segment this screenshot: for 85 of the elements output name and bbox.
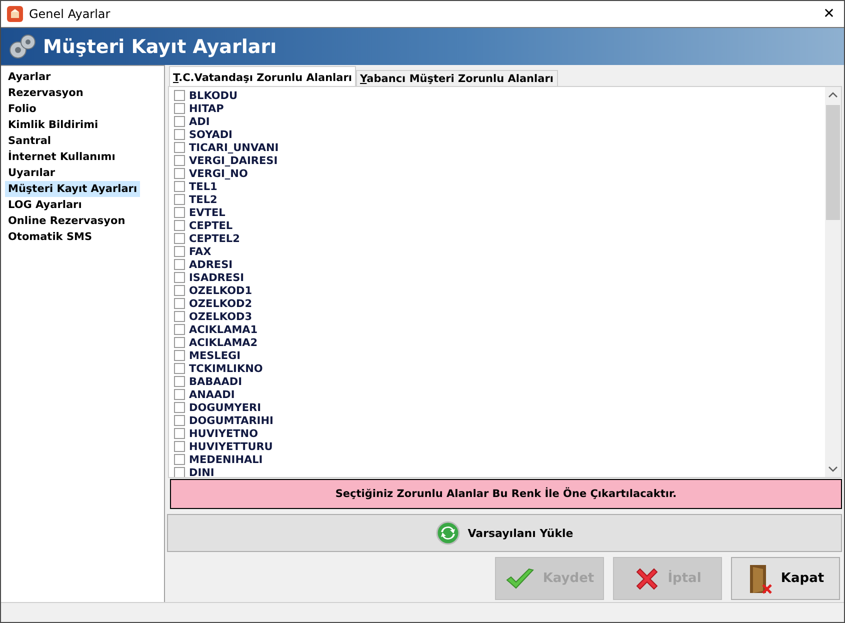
field-label: TEL1: [189, 180, 218, 192]
scrollbar-thumb[interactable]: [826, 105, 840, 220]
checkbox[interactable]: [174, 142, 185, 153]
checkbox[interactable]: [174, 415, 185, 426]
checkbox[interactable]: [174, 350, 185, 361]
field-label: OZELKOD2: [189, 298, 252, 310]
cross-icon: [634, 566, 660, 592]
app-icon: [7, 6, 23, 22]
load-defaults-button[interactable]: Varsayılanı Yükle: [167, 514, 842, 552]
checkbox[interactable]: [174, 454, 185, 465]
sidebar-item[interactable]: Folio: [5, 101, 40, 117]
field-label: TEL2: [189, 194, 218, 206]
field-label: HUVIYETNO: [189, 428, 258, 440]
checkbox[interactable]: [174, 467, 185, 477]
checkbox[interactable]: [174, 285, 185, 296]
sidebar-item[interactable]: Otomatik SMS: [5, 229, 96, 245]
field-label: HITAP: [189, 102, 224, 114]
close-button[interactable]: ✕: [814, 6, 844, 22]
checkbox[interactable]: [174, 246, 185, 257]
checkbox[interactable]: [174, 155, 185, 166]
field-label: ACIKLAMA2: [189, 336, 258, 348]
checkbox[interactable]: [174, 168, 185, 179]
field-label: CEPTEL2: [189, 232, 240, 244]
checkbox[interactable]: [174, 324, 185, 335]
checkbox[interactable]: [174, 233, 185, 244]
checkbox[interactable]: [174, 272, 185, 283]
field-label: ISADRESI: [189, 272, 244, 284]
field-label: DOGUMYERI: [189, 402, 262, 414]
field-label: OZELKOD3: [189, 310, 252, 322]
field-label: CEPTEL: [189, 220, 233, 232]
checkbox[interactable]: [174, 298, 185, 309]
checkbox[interactable]: [174, 441, 185, 452]
field-label: OZELKOD1: [189, 284, 252, 296]
checkbox[interactable]: [174, 207, 185, 218]
field-label: TCKIMLIKNO: [189, 362, 263, 374]
checkmark-icon: [504, 566, 535, 590]
window-title: Genel Ayarlar: [29, 7, 110, 21]
checkbox[interactable]: [174, 389, 185, 400]
field-label: ADI: [189, 116, 210, 128]
checkbox[interactable]: [174, 376, 185, 387]
sidebar-item[interactable]: Müşteri Kayıt Ayarları: [5, 181, 140, 197]
gears-icon: [7, 32, 37, 62]
sidebar-item[interactable]: Uyarılar: [5, 165, 58, 181]
field-label: MEDENIHALI: [189, 454, 263, 466]
sidebar-item[interactable]: Online Rezervasyon: [5, 213, 128, 229]
field-label: ADRESI: [189, 258, 233, 270]
field-label: BLKODU: [189, 90, 238, 102]
checkbox[interactable]: [174, 103, 185, 114]
button[interactable]: Kapat: [731, 557, 840, 600]
checkbox[interactable]: [174, 220, 185, 231]
field-label: MESLEGI: [189, 350, 241, 362]
highlight-note: Seçtiğiniz Zorunlu Alanlar Bu Renk İle Öne Çıkartılacaktır.: [170, 479, 842, 509]
tab[interactable]: Yabancı Müşteri Zorunlu Alanları: [356, 70, 558, 86]
checkbox[interactable]: [174, 259, 185, 270]
checkbox[interactable]: [174, 116, 185, 127]
checkbox[interactable]: [174, 402, 185, 413]
checkbox[interactable]: [174, 194, 185, 205]
field-label: ANAADI: [189, 388, 235, 400]
field-label: VERGI_NO: [189, 168, 248, 180]
field-label: DOGUMTARIHI: [189, 414, 274, 426]
checkbox[interactable]: [174, 90, 185, 101]
sidebar-item[interactable]: Kimlik Bildirimi: [5, 117, 102, 133]
field-label: HUVIYETTURU: [189, 440, 273, 452]
checkbox[interactable]: [174, 363, 185, 374]
checkbox[interactable]: [174, 311, 185, 322]
checkbox[interactable]: [174, 337, 185, 348]
field-label: ACIKLAMA1: [189, 324, 258, 336]
field-label: DINI: [189, 466, 214, 477]
sidebar-item[interactable]: Santral: [5, 133, 54, 149]
field-label: BABAADI: [189, 376, 242, 388]
sidebar-item[interactable]: LOG Ayarları: [5, 197, 85, 213]
field-label: VERGI_DAIRESI: [189, 154, 278, 166]
refresh-icon: [436, 521, 460, 545]
field-label: TICARI_UNVANI: [189, 142, 279, 154]
checkbox[interactable]: [174, 129, 185, 140]
header-title: Müşteri Kayıt Ayarları: [43, 36, 277, 58]
sidebar-item[interactable]: Ayarlar: [5, 69, 54, 85]
checkbox[interactable]: [174, 181, 185, 192]
field-label: EVTEL: [189, 206, 226, 218]
checkbox[interactable]: [174, 428, 185, 439]
field-label: SOYADI: [189, 128, 232, 140]
sidebar-item[interactable]: Rezervasyon: [5, 85, 86, 101]
sidebar-item[interactable]: İnternet Kullanımı: [5, 149, 118, 165]
field-label: FAX: [189, 246, 212, 258]
tab[interactable]: T.C.Vatandaşı Zorunlu Alanları: [169, 66, 356, 86]
